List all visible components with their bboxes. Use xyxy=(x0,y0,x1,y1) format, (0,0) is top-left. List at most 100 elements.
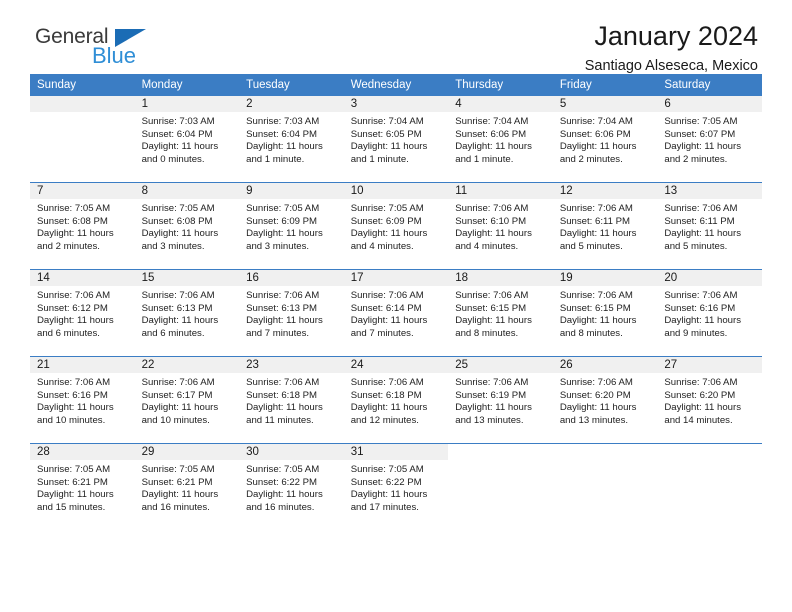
calendar-day-cell: 27 Sunrise: 7:06 AM Sunset: 6:20 PM Dayligh… xyxy=(657,356,762,444)
day-details: Sunrise: 7:05 AM Sunset: 6:08 PM Daylight:… xyxy=(30,199,135,253)
day-cell-8[interactable]: 8 Sunrise: 7:05 AM Sunset: 6:08 PM Daylight… xyxy=(134,183,240,269)
daylight-text-line1: Daylight: 11 hours xyxy=(246,489,323,501)
day-cell-3[interactable]: 3 Sunrise: 7:04 AM Sunset: 6:05 PM Daylight… xyxy=(343,96,449,182)
daylight-text-line1: Daylight: 11 hours xyxy=(246,402,323,414)
daylight-text-line2: and 2 minutes. xyxy=(664,153,728,165)
daylight-text-line2: and 16 minutes. xyxy=(246,501,315,513)
sunrise-text: Sunrise: 7:06 AM xyxy=(350,377,424,388)
day-number: 31 xyxy=(343,444,449,460)
day-number: 16 xyxy=(239,270,344,286)
daylight-text-line1: Daylight: 11 hours xyxy=(141,402,219,414)
daylight-text-line2: and 10 minutes. xyxy=(141,414,210,426)
day-number: 6 xyxy=(657,96,762,112)
day-cell-15[interactable]: 15 Sunrise: 7:06 AM Sunset: 6:13 PM Dayligh… xyxy=(134,270,240,356)
day-details: Sunrise: 7:06 AM Sunset: 6:16 PM Daylight:… xyxy=(30,373,135,427)
weekday-header-tuesday: Tuesday xyxy=(239,74,344,96)
sunrise-text: Sunrise: 7:05 AM xyxy=(141,203,215,214)
sunset-text: Sunset: 6:18 PM xyxy=(246,389,318,401)
sunrise-text: Sunrise: 7:06 AM xyxy=(559,203,633,214)
calendar-header-row-group: Sunday Monday Tuesday Wednesday Thursday… xyxy=(30,74,762,96)
day-details: Sunrise: 7:03 AM Sunset: 6:04 PM Daylight:… xyxy=(135,112,240,166)
day-number: 10 xyxy=(343,183,449,199)
daylight-text-line1: Daylight: 11 hours xyxy=(246,228,323,240)
day-cell-28[interactable]: 28 Sunrise: 7:05 AM Sunset: 6:21 PM Dayligh… xyxy=(30,444,135,530)
calendar-day-cell: 1 Sunrise: 7:03 AM Sunset: 6:04 PM Daylight… xyxy=(134,96,240,183)
day-cell-30[interactable]: 30 Sunrise: 7:05 AM Sunset: 6:22 PM Dayligh… xyxy=(239,444,344,530)
sunset-text: Sunset: 6:11 PM xyxy=(559,215,631,227)
daylight-text-line2: and 6 minutes. xyxy=(37,327,100,339)
sunrise-text: Sunrise: 7:06 AM xyxy=(559,377,633,388)
day-cell-16[interactable]: 16 Sunrise: 7:06 AM Sunset: 6:13 PM Dayligh… xyxy=(239,270,344,356)
day-cell-19[interactable]: 19 Sunrise: 7:06 AM Sunset: 6:15 PM Dayligh… xyxy=(552,270,658,356)
day-cell-25[interactable]: 25 Sunrise: 7:06 AM Sunset: 6:19 PM Dayligh… xyxy=(448,357,553,443)
sunrise-text: Sunrise: 7:06 AM xyxy=(141,377,215,388)
daylight-text-line1: Daylight: 11 hours xyxy=(455,402,532,414)
day-number: 13 xyxy=(657,183,762,199)
day-cell-6[interactable]: 6 Sunrise: 7:05 AM Sunset: 6:07 PM Daylight… xyxy=(657,96,762,182)
day-cell-31[interactable]: 31 Sunrise: 7:05 AM Sunset: 6:22 PM Dayligh… xyxy=(343,444,449,530)
day-number: 26 xyxy=(552,357,658,373)
calendar-day-cell: 26 Sunrise: 7:06 AM Sunset: 6:20 PM Dayligh… xyxy=(552,356,658,444)
daylight-text-line2: and 3 minutes. xyxy=(246,240,310,252)
calendar-day-cell xyxy=(448,443,553,530)
daylight-text-line2: and 2 minutes. xyxy=(37,240,100,252)
day-cell-22[interactable]: 22 Sunrise: 7:06 AM Sunset: 6:17 PM Dayligh… xyxy=(134,357,240,443)
calendar-day-cell: 15 Sunrise: 7:06 AM Sunset: 6:13 PM Dayligh… xyxy=(134,269,240,357)
day-cell-10[interactable]: 10 Sunrise: 7:05 AM Sunset: 6:09 PM Dayligh… xyxy=(343,183,449,269)
day-cell-2[interactable]: 2 Sunrise: 7:03 AM Sunset: 6:04 PM Daylight… xyxy=(239,96,344,182)
day-cell-12[interactable]: 12 Sunrise: 7:06 AM Sunset: 6:11 PM Dayligh… xyxy=(552,183,658,269)
sunset-text: Sunset: 6:19 PM xyxy=(455,389,527,401)
day-cell-11[interactable]: 11 Sunrise: 7:06 AM Sunset: 6:10 PM Dayligh… xyxy=(448,183,553,269)
sunset-text: Sunset: 6:11 PM xyxy=(664,215,735,227)
daylight-text-line2: and 1 minute. xyxy=(350,153,409,165)
calendar-day-cell: 29 Sunrise: 7:05 AM Sunset: 6:21 PM Dayligh… xyxy=(134,443,240,530)
day-cell-17[interactable]: 17 Sunrise: 7:06 AM Sunset: 6:14 PM Dayligh… xyxy=(343,270,449,356)
day-number: 19 xyxy=(552,270,658,286)
day-cell-4[interactable]: 4 Sunrise: 7:04 AM Sunset: 6:06 PM Daylight… xyxy=(448,96,553,182)
sunrise-text: Sunrise: 7:06 AM xyxy=(246,290,320,301)
day-cell-9[interactable]: 9 Sunrise: 7:05 AM Sunset: 6:09 PM Daylight… xyxy=(239,183,344,269)
day-details: Sunrise: 7:06 AM Sunset: 6:20 PM Daylight:… xyxy=(657,373,762,427)
day-number: 23 xyxy=(239,357,344,373)
daylight-text-line2: and 2 minutes. xyxy=(559,153,623,165)
day-details: Sunrise: 7:04 AM Sunset: 6:06 PM Daylight:… xyxy=(448,112,553,166)
daylight-text-line1: Daylight: 11 hours xyxy=(350,489,428,501)
sunrise-text: Sunrise: 7:06 AM xyxy=(664,377,738,388)
daylight-text-line1: Daylight: 11 hours xyxy=(141,141,219,153)
day-cell-27[interactable]: 27 Sunrise: 7:06 AM Sunset: 6:20 PM Dayligh… xyxy=(657,357,762,443)
daylight-text-line1: Daylight: 11 hours xyxy=(559,141,637,153)
day-cell-5[interactable]: 5 Sunrise: 7:04 AM Sunset: 6:06 PM Daylight… xyxy=(552,96,658,182)
sunset-text: Sunset: 6:06 PM xyxy=(559,128,631,140)
sunrise-text: Sunrise: 7:06 AM xyxy=(559,290,633,301)
day-cell-14[interactable]: 14 Sunrise: 7:06 AM Sunset: 6:12 PM Dayligh… xyxy=(30,270,135,356)
day-cell-24[interactable]: 24 Sunrise: 7:06 AM Sunset: 6:18 PM Dayligh… xyxy=(343,357,449,443)
day-details: Sunrise: 7:05 AM Sunset: 6:22 PM Daylight:… xyxy=(344,460,449,514)
weekday-header-wednesday: Wednesday xyxy=(343,74,449,96)
day-cell-blank xyxy=(553,444,658,530)
daylight-text-line2: and 11 minutes. xyxy=(246,414,314,426)
daylight-text-line2: and 5 minutes. xyxy=(559,240,623,252)
calendar-day-cell: 8 Sunrise: 7:05 AM Sunset: 6:08 PM Daylight… xyxy=(134,182,240,270)
daylight-text-line2: and 14 minutes. xyxy=(664,414,733,426)
day-cell-26[interactable]: 26 Sunrise: 7:06 AM Sunset: 6:20 PM Dayligh… xyxy=(552,357,658,443)
sunrise-text: Sunrise: 7:05 AM xyxy=(37,464,111,475)
calendar-day-cell: 7 Sunrise: 7:05 AM Sunset: 6:08 PM Daylight… xyxy=(30,182,135,270)
day-cell-18[interactable]: 18 Sunrise: 7:06 AM Sunset: 6:15 PM Dayligh… xyxy=(448,270,553,356)
daylight-text-line2: and 6 minutes. xyxy=(141,327,205,339)
day-number: 30 xyxy=(239,444,344,460)
day-cell-1[interactable]: 1 Sunrise: 7:03 AM Sunset: 6:04 PM Daylight… xyxy=(134,96,240,182)
day-details: Sunrise: 7:06 AM Sunset: 6:18 PM Daylight:… xyxy=(239,373,344,427)
day-cell-7[interactable]: 7 Sunrise: 7:05 AM Sunset: 6:08 PM Daylight… xyxy=(30,183,135,269)
calendar-day-cell: 28 Sunrise: 7:05 AM Sunset: 6:21 PM Dayligh… xyxy=(30,443,135,530)
calendar-day-cell: 12 Sunrise: 7:06 AM Sunset: 6:11 PM Dayligh… xyxy=(552,182,658,270)
daylight-text-line1: Daylight: 11 hours xyxy=(559,228,637,240)
day-cell-29[interactable]: 29 Sunrise: 7:05 AM Sunset: 6:21 PM Dayligh… xyxy=(134,444,240,530)
day-cell-20[interactable]: 20 Sunrise: 7:06 AM Sunset: 6:16 PM Dayligh… xyxy=(657,270,762,356)
sunrise-text: Sunrise: 7:05 AM xyxy=(37,203,111,214)
day-cell-13[interactable]: 13 Sunrise: 7:06 AM Sunset: 6:11 PM Dayligh… xyxy=(657,183,762,269)
day-cell-21[interactable]: 21 Sunrise: 7:06 AM Sunset: 6:16 PM Dayligh… xyxy=(30,357,135,443)
sunset-text: Sunset: 6:08 PM xyxy=(141,215,213,227)
sunrise-text: Sunrise: 7:05 AM xyxy=(350,464,424,475)
daylight-text-line1: Daylight: 11 hours xyxy=(141,489,219,501)
day-cell-23[interactable]: 23 Sunrise: 7:06 AM Sunset: 6:18 PM Dayligh… xyxy=(239,357,344,443)
